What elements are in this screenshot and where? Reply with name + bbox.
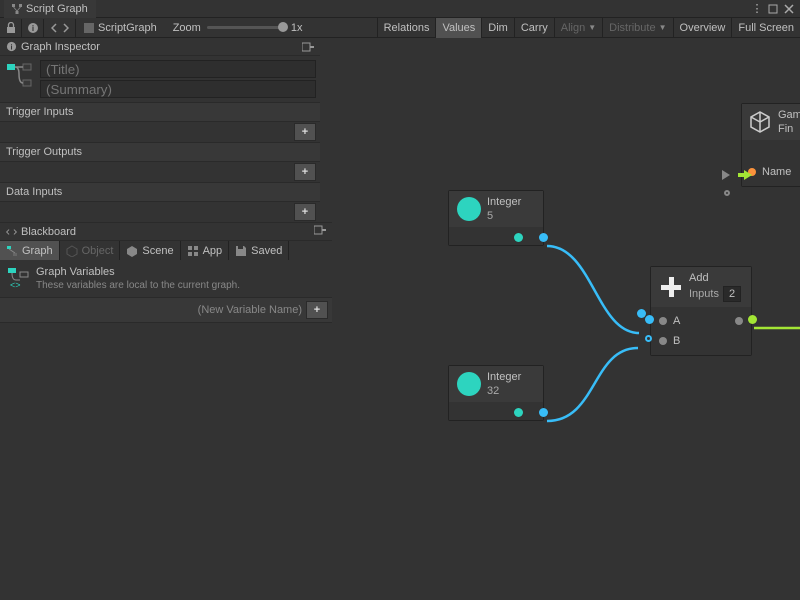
graph-variables-icon: <> [6, 266, 30, 290]
input-port[interactable] [724, 190, 730, 196]
window-title: Script Graph [26, 3, 88, 15]
node-value: 5 [487, 210, 521, 222]
object-tab-icon [66, 245, 78, 257]
title-field[interactable] [40, 60, 316, 78]
carry-button[interactable]: Carry [514, 18, 554, 38]
output-port[interactable] [539, 408, 548, 417]
input-port-b[interactable] [659, 337, 667, 345]
graph-variables-title: Graph Variables [36, 266, 240, 278]
code-button[interactable] [44, 19, 76, 37]
graph-tab-icon [6, 245, 18, 257]
info-icon: i [27, 22, 39, 34]
find-node[interactable]: Gam Fin Name [741, 103, 800, 187]
summary-field[interactable] [40, 80, 316, 98]
flow-in-port[interactable] [637, 309, 646, 318]
saved-tab-icon [235, 245, 247, 257]
add-node[interactable]: Add Inputs 2 A B [650, 266, 752, 356]
close-icon[interactable] [782, 2, 796, 16]
overview-button[interactable]: Overview [673, 18, 732, 38]
fullscreen-button[interactable]: Full Screen [731, 18, 800, 38]
add-trigger-input-button[interactable]: + [294, 123, 316, 141]
svg-text:<>: <> [10, 280, 21, 290]
inspector-header: i Graph Inspector [0, 38, 320, 56]
data-port [514, 233, 523, 242]
blackboard-icon [6, 227, 17, 237]
window-tab[interactable]: Script Graph [4, 0, 96, 18]
node-label: Integer [487, 371, 521, 383]
gameobject-icon [748, 109, 772, 135]
input-connector-b[interactable] [645, 335, 652, 342]
data-inputs-header[interactable]: Data Inputs [0, 182, 320, 202]
blackboard-header: Blackboard [0, 222, 332, 240]
new-variable-placeholder[interactable]: (New Variable Name) [198, 304, 302, 316]
node-label-2: Fin [778, 123, 800, 135]
relations-button[interactable]: Relations [377, 18, 436, 38]
add-trigger-output-button[interactable]: + [294, 163, 316, 181]
popout-button[interactable] [314, 225, 326, 238]
graph-type-icon [4, 60, 34, 90]
values-button[interactable]: Values [435, 18, 481, 38]
scene-tab-icon [126, 245, 138, 257]
app-tab-icon [187, 245, 199, 257]
node-label: Integer [487, 196, 521, 208]
breadcrumb[interactable]: ScriptGraph [76, 22, 165, 34]
tab-app[interactable]: App [181, 241, 230, 260]
inputs-count[interactable]: 2 [723, 286, 741, 302]
output-port-indicator [735, 317, 743, 325]
tab-saved[interactable]: Saved [229, 241, 289, 260]
data-port [514, 408, 523, 417]
svg-text:i: i [10, 42, 12, 51]
graph-icon [12, 4, 22, 14]
zoom-value: 1x [291, 22, 303, 34]
popout-icon [302, 42, 314, 52]
tab-scene[interactable]: Scene [120, 241, 180, 260]
plus-icon [659, 275, 683, 299]
integer-node-1[interactable]: Integer 5 [448, 190, 544, 246]
slider-thumb[interactable] [278, 22, 288, 32]
node-label: Add [689, 272, 741, 284]
trigger-outputs-header[interactable]: Trigger Outputs [0, 142, 320, 162]
info-icon: i [6, 41, 17, 52]
add-data-input-button[interactable]: + [294, 203, 316, 221]
tab-graph[interactable]: Graph [0, 241, 60, 260]
dim-button[interactable]: Dim [481, 18, 514, 38]
trigger-inputs-header[interactable]: Trigger Inputs [0, 102, 320, 122]
lock-button[interactable] [0, 19, 22, 37]
integer-node-2[interactable]: Integer 32 [448, 365, 544, 421]
zoom-label: Zoom [173, 22, 201, 34]
add-variable-button[interactable]: + [306, 301, 328, 319]
maximize-icon[interactable] [766, 2, 780, 16]
flow-arrow [744, 170, 752, 180]
info-button[interactable]: i [22, 19, 44, 37]
flow-in-triangle[interactable] [722, 170, 730, 180]
script-icon [84, 23, 94, 33]
integer-icon [457, 197, 481, 221]
graph-canvas[interactable]: Integer 5 Integer 32 [332, 38, 800, 600]
node-value: 32 [487, 385, 521, 397]
popout-button[interactable] [302, 42, 314, 52]
distribute-button[interactable]: Distribute▼ [602, 18, 672, 38]
svg-text:i: i [31, 24, 33, 33]
tab-object[interactable]: Object [60, 241, 121, 260]
output-connector[interactable] [748, 315, 757, 324]
graph-variables-desc: These variables are local to the current… [36, 280, 240, 291]
node-label-1: Gam [778, 109, 800, 121]
lock-icon [6, 22, 16, 33]
input-connector-a[interactable] [645, 315, 654, 324]
zoom-slider[interactable] [207, 26, 285, 29]
input-port-a[interactable] [659, 317, 667, 325]
popout-icon [314, 225, 326, 235]
menu-icon[interactable]: ⋮ [750, 2, 764, 16]
output-port[interactable] [539, 233, 548, 242]
code-icon [51, 23, 69, 33]
integer-icon [457, 372, 481, 396]
align-button[interactable]: Align▼ [554, 18, 602, 38]
